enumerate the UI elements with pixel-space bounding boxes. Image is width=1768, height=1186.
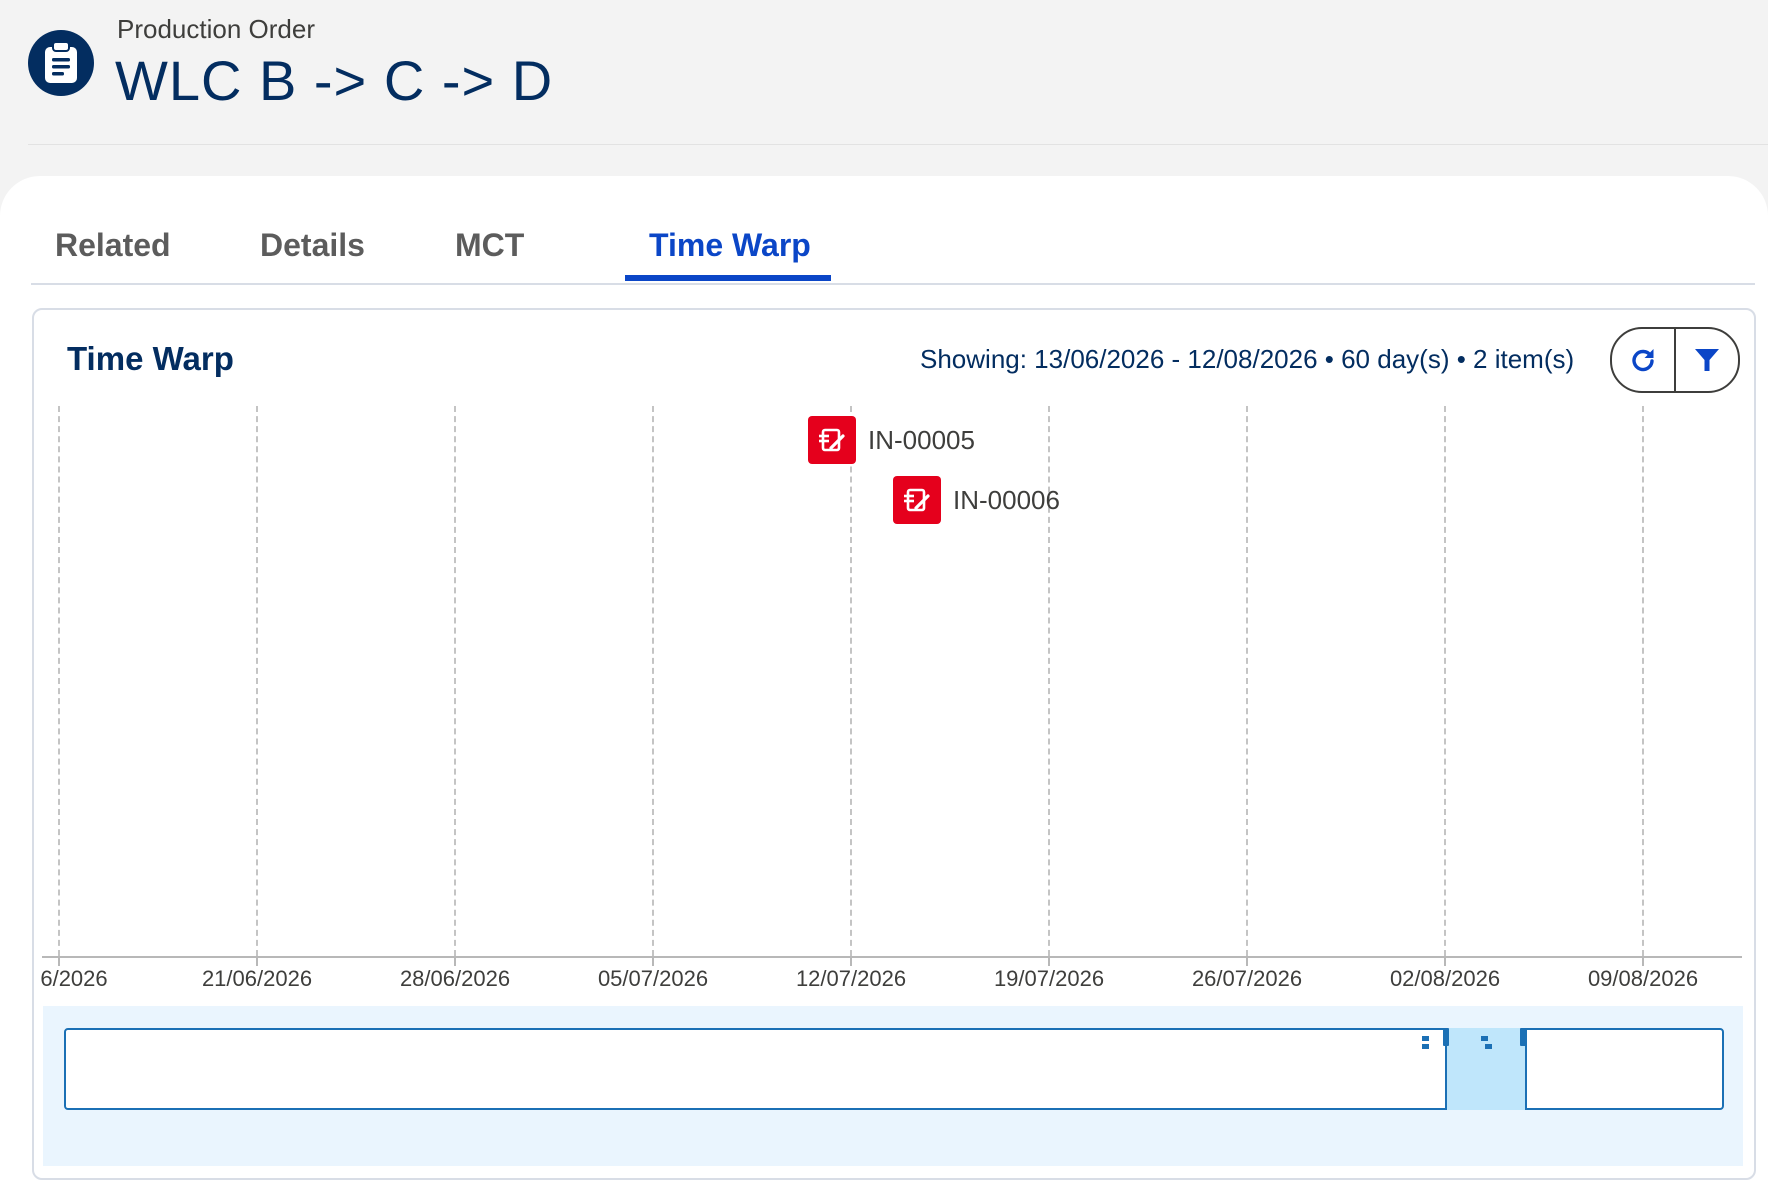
filter-button[interactable] — [1674, 329, 1738, 391]
tab-time-warp[interactable]: Time Warp — [649, 227, 811, 264]
axis-label: 12/07/2026 — [795, 966, 907, 991]
axis-tick — [1642, 956, 1644, 966]
timeline-chart: 6/2026 21/06/2026 28/06/2026 05/07/2026 … — [40, 400, 1742, 1020]
grid-line — [850, 406, 852, 956]
axis-tick — [1246, 956, 1248, 966]
active-tab-indicator — [625, 275, 831, 281]
axis-label: 02/08/2026 — [1389, 966, 1501, 991]
timeline-item-in-00006[interactable]: IN-00006 — [893, 476, 1060, 524]
axis-label: 28/06/2026 — [399, 966, 511, 991]
navigator-left-handle[interactable] — [1443, 1028, 1449, 1046]
grid-line — [1444, 406, 1446, 956]
tab-details[interactable]: Details — [260, 227, 365, 264]
axis-label: 19/07/2026 — [993, 966, 1105, 991]
record-title: WLC B -> C -> D — [115, 49, 554, 112]
tab-related[interactable]: Related — [55, 227, 171, 264]
date-range-summary: Showing: 13/06/2026 - 12/08/2026 • 60 da… — [920, 344, 1575, 374]
navigator-item-marker — [1485, 1044, 1492, 1049]
grid-line — [1642, 406, 1644, 956]
grid-line — [652, 406, 654, 956]
navigator-item-marker — [1422, 1036, 1429, 1041]
navigator-item-marker — [1481, 1036, 1488, 1041]
panel-actions — [1610, 327, 1740, 393]
axis-tick — [652, 956, 654, 966]
header-divider — [28, 144, 1768, 145]
filter-icon — [1695, 349, 1719, 371]
axis-label: 21/06/2026 — [201, 966, 313, 991]
tab-bar: Related Details MCT Time Warp — [31, 215, 1755, 285]
grid-line — [1246, 406, 1248, 956]
axis-tick — [1444, 956, 1446, 966]
clipboard-icon — [28, 30, 94, 96]
timeline-item-label: IN-00005 — [868, 424, 975, 455]
time-axis — [42, 956, 1742, 958]
axis-label: 6/2026 — [40, 966, 108, 991]
axis-tick — [850, 956, 852, 966]
grid-line — [454, 406, 456, 956]
refresh-button[interactable] — [1612, 329, 1674, 391]
axis-label: 05/07/2026 — [597, 966, 709, 991]
axis-tick — [1048, 956, 1050, 966]
panel-title: Time Warp — [67, 340, 234, 377]
axis-tick — [256, 956, 258, 966]
record-header: Production Order WLC B -> C -> D — [0, 0, 1768, 150]
navigator-item-marker — [1422, 1044, 1429, 1049]
navigator-right-handle[interactable] — [1520, 1028, 1526, 1046]
grid-line — [58, 406, 60, 956]
axis-tick — [58, 956, 60, 966]
tab-mct[interactable]: MCT — [455, 227, 524, 264]
axis-label: 09/08/2026 — [1587, 966, 1699, 991]
object-type-label: Production Order — [117, 14, 315, 44]
timeline-item-label: IN-00006 — [953, 484, 1060, 515]
axis-tick — [454, 956, 456, 966]
refresh-icon — [1632, 349, 1654, 372]
timeline-item-in-00005[interactable]: IN-00005 — [808, 416, 975, 464]
axis-label: 26/07/2026 — [1191, 966, 1303, 991]
grid-line — [256, 406, 258, 956]
invoice-icon — [893, 476, 941, 524]
invoice-icon — [808, 416, 856, 464]
